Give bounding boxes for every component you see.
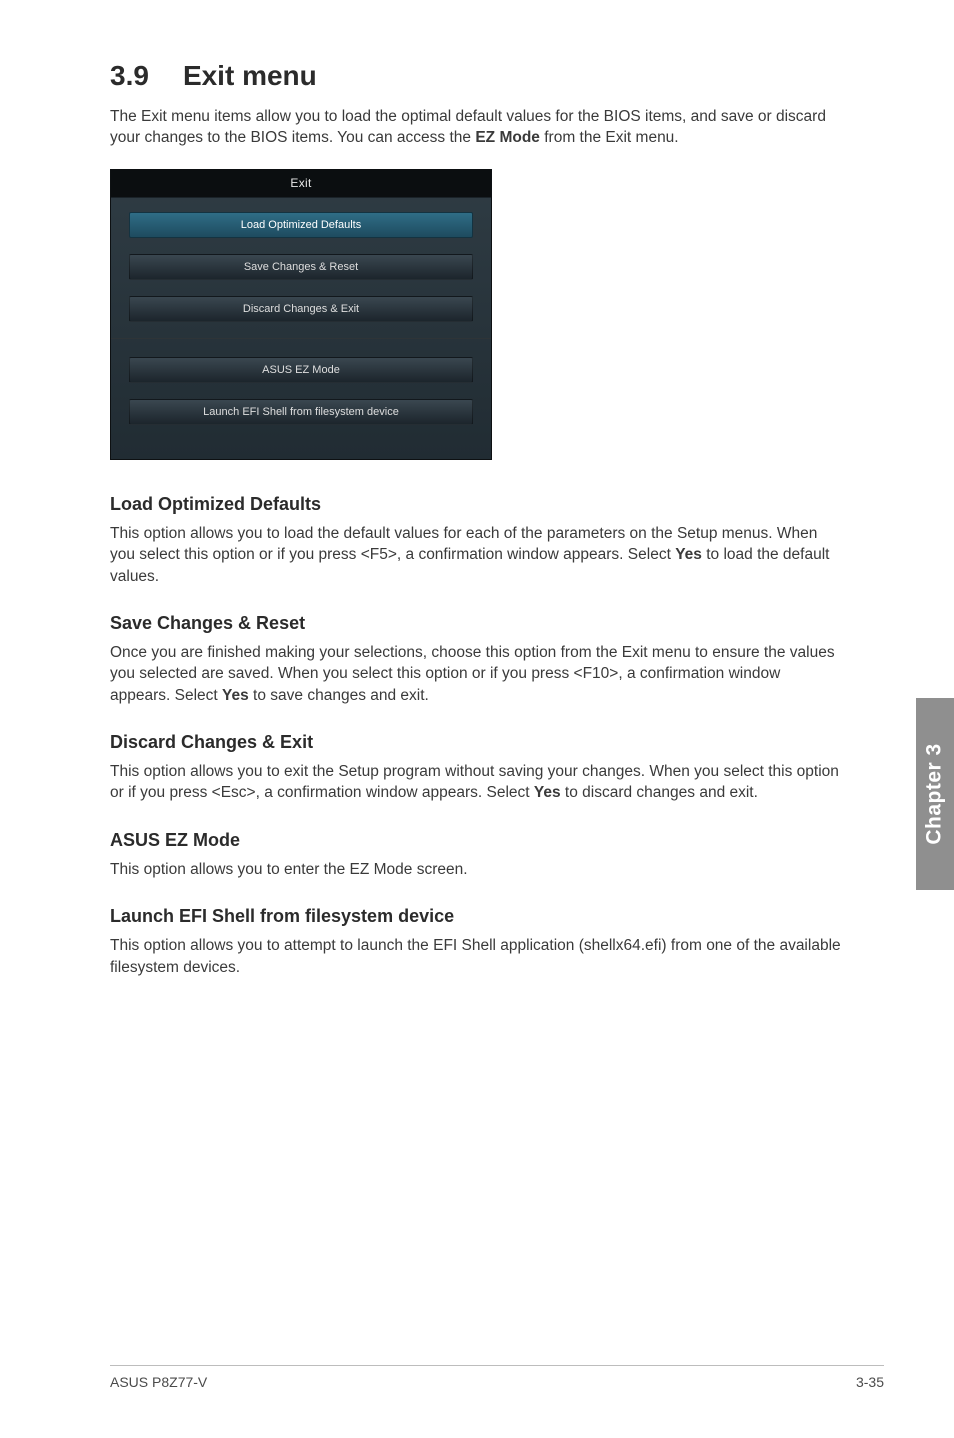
heading-launch-efi-shell: Launch EFI Shell from filesystem device bbox=[110, 906, 844, 927]
bios-load-optimized-defaults-button[interactable]: Load Optimized Defaults bbox=[129, 212, 473, 238]
bios-save-changes-reset-button[interactable]: Save Changes & Reset bbox=[129, 254, 473, 280]
heading-load-optimized-defaults: Load Optimized Defaults bbox=[110, 494, 844, 515]
bios-asus-ez-mode-button[interactable]: ASUS EZ Mode bbox=[129, 357, 473, 383]
intro-bold: EZ Mode bbox=[475, 129, 540, 146]
para-asus-ez-mode: This option allows you to enter the EZ M… bbox=[110, 859, 844, 880]
footer-right: 3-35 bbox=[856, 1374, 884, 1390]
section-text: Exit menu bbox=[183, 60, 317, 91]
heading-asus-ez-mode: ASUS EZ Mode bbox=[110, 830, 844, 851]
bios-tab-exit[interactable]: Exit bbox=[111, 170, 491, 198]
bios-body: Load Optimized Defaults Save Changes & R… bbox=[111, 198, 491, 425]
heading-save-changes-reset: Save Changes & Reset bbox=[110, 613, 844, 634]
section-number: 3.9 bbox=[110, 60, 149, 92]
para-launch-efi-shell: This option allows you to attempt to lau… bbox=[110, 935, 844, 978]
chapter-side-tab: Chapter 3 bbox=[916, 698, 954, 890]
bios-exit-panel: Exit Load Optimized Defaults Save Change… bbox=[110, 169, 492, 460]
save-p2: to save changes and exit. bbox=[249, 687, 429, 704]
heading-discard-changes-exit: Discard Changes & Exit bbox=[110, 732, 844, 753]
intro-paragraph: The Exit menu items allow you to load th… bbox=[110, 106, 844, 149]
para-discard-changes-exit: This option allows you to exit the Setup… bbox=[110, 761, 844, 804]
section-title: 3.9 Exit menu bbox=[110, 60, 844, 92]
discard-bold: Yes bbox=[534, 784, 561, 801]
load-bold: Yes bbox=[675, 546, 702, 563]
bios-launch-efi-shell-button[interactable]: Launch EFI Shell from filesystem device bbox=[129, 399, 473, 425]
save-bold: Yes bbox=[222, 687, 249, 704]
bios-discard-changes-exit-button[interactable]: Discard Changes & Exit bbox=[129, 296, 473, 322]
save-p1: Once you are finished making your select… bbox=[110, 644, 835, 704]
discard-p2: to discard changes and exit. bbox=[561, 784, 758, 801]
para-load-optimized-defaults: This option allows you to load the defau… bbox=[110, 523, 844, 587]
intro-part2: from the Exit menu. bbox=[540, 129, 679, 146]
intro-part1: The Exit menu items allow you to load th… bbox=[110, 108, 826, 146]
para-save-changes-reset: Once you are finished making your select… bbox=[110, 642, 844, 706]
bios-separator bbox=[111, 338, 491, 339]
page-footer: ASUS P8Z77-V 3-35 bbox=[110, 1365, 884, 1390]
footer-left: ASUS P8Z77-V bbox=[110, 1374, 207, 1390]
chapter-side-tab-label: Chapter 3 bbox=[923, 743, 947, 844]
